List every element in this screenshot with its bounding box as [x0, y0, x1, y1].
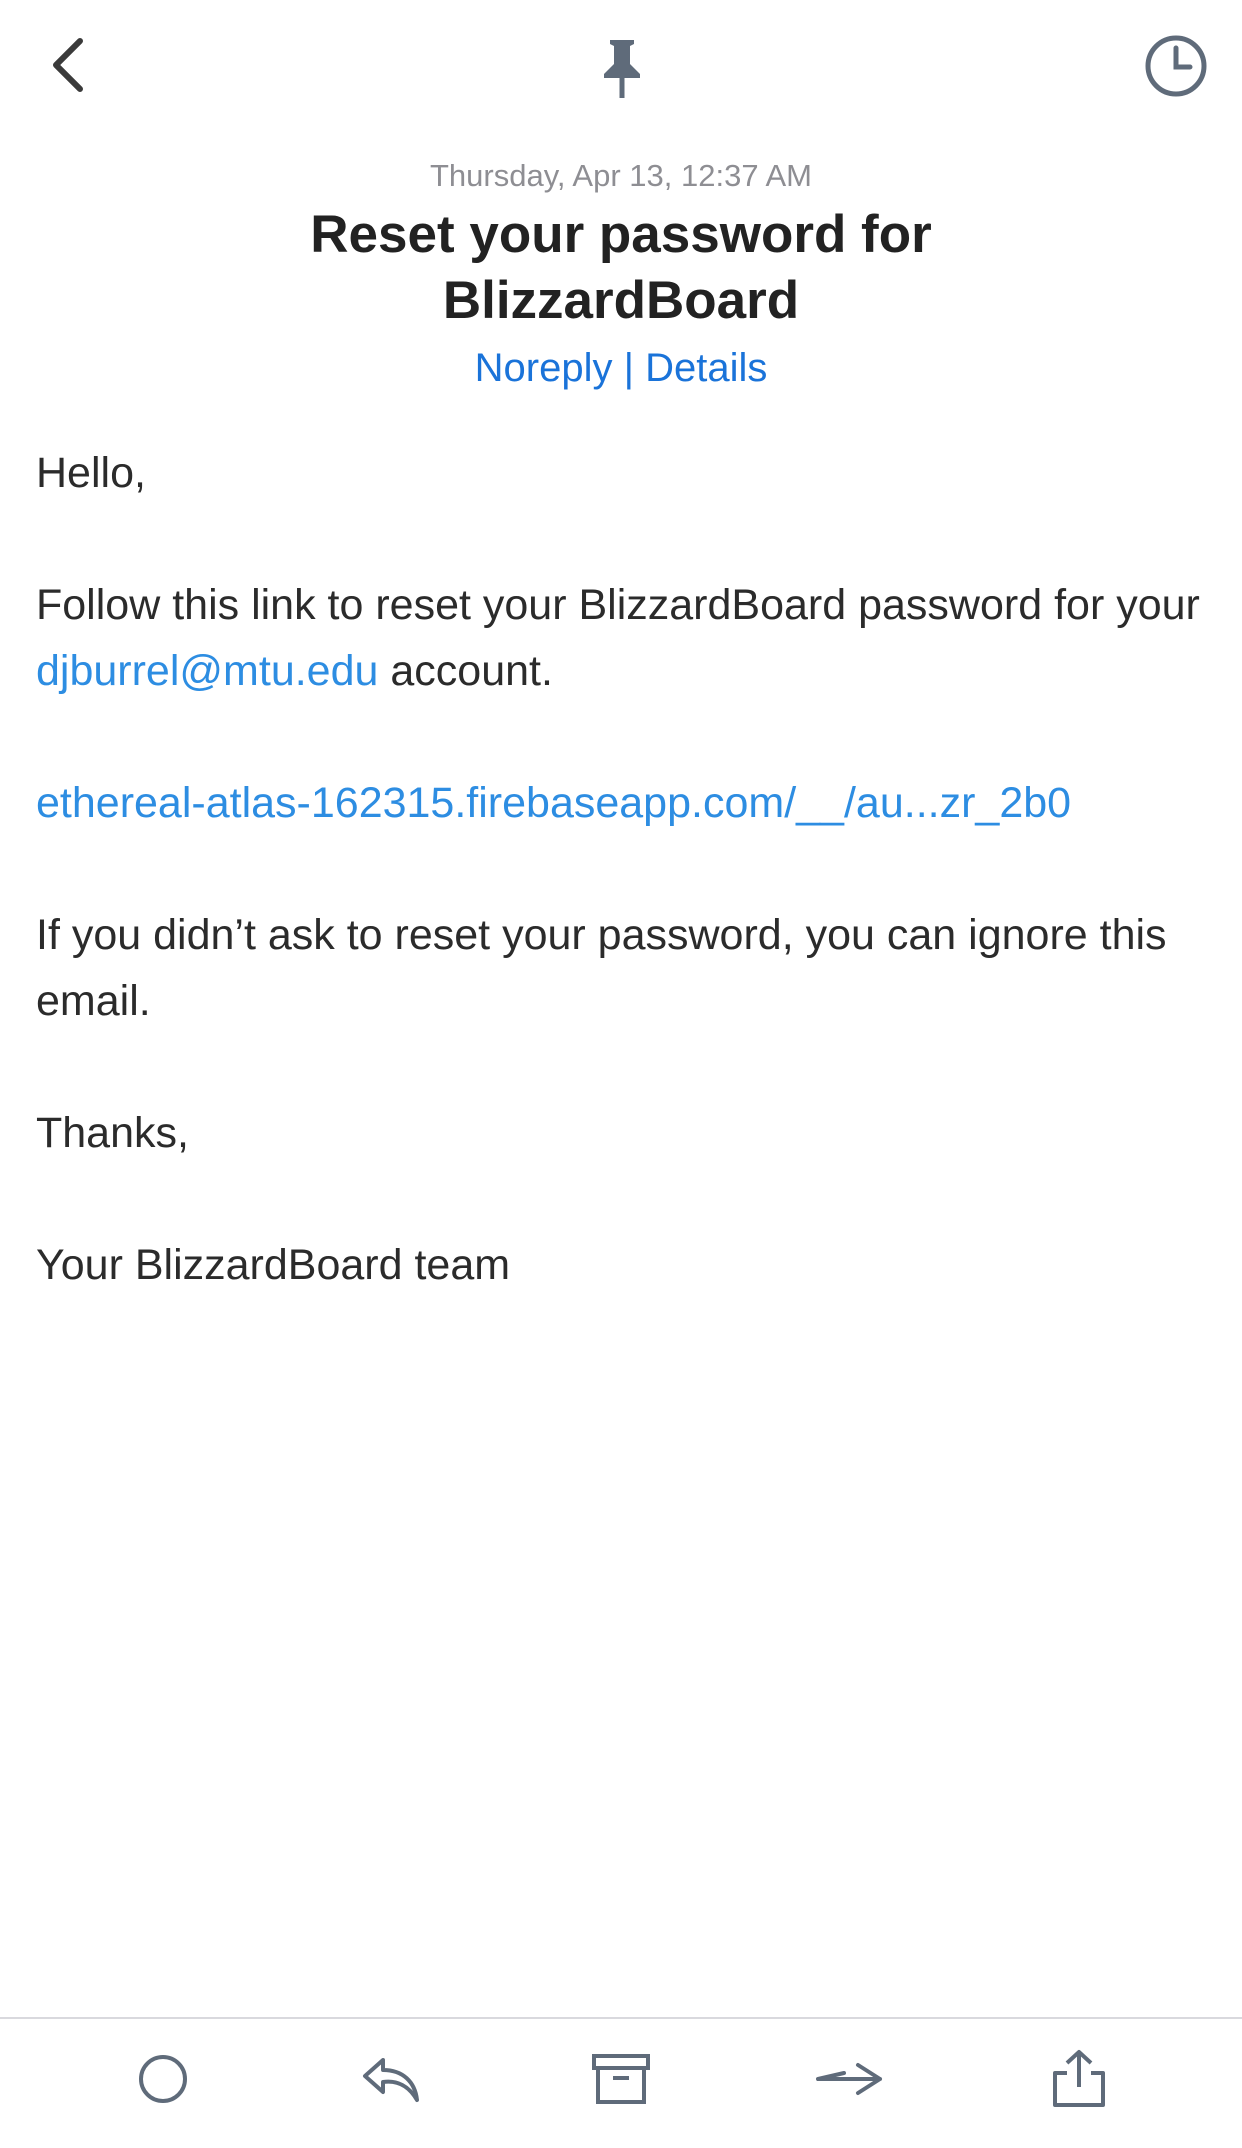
thanks-text: Thanks,	[36, 1109, 189, 1157]
forward-button[interactable]	[804, 2039, 894, 2119]
email-subject: Reset your password for BlizzardBoard	[310, 205, 932, 330]
ignore-paragraph: If you didn’t ask to reset your password…	[36, 911, 1167, 1025]
bottom-toolbar	[0, 2019, 1242, 2148]
mark-done-button[interactable]	[118, 2039, 208, 2119]
forward-icon	[816, 2063, 882, 2095]
pin-button[interactable]	[590, 30, 654, 106]
meta-separator: |	[623, 346, 634, 390]
archive-icon	[592, 2054, 650, 2104]
circle-icon	[139, 2055, 187, 2103]
reset-password-link[interactable]: ethereal-atlas-162315.firebaseapp.com/__…	[36, 779, 1071, 827]
share-icon	[1053, 2050, 1105, 2107]
archive-button[interactable]	[576, 2039, 666, 2119]
reply-icon	[363, 2058, 419, 2102]
email-address-link[interactable]: djburrel@mtu.edu	[36, 647, 378, 695]
reply-button[interactable]	[346, 2039, 436, 2119]
pin-icon	[604, 40, 640, 98]
email-body: Hello, Follow this link to reset your Bl…	[36, 440, 1216, 1364]
email-header: Thursday, Apr 13, 12:37 AM Reset your pa…	[0, 150, 1242, 400]
instruction-suffix: account.	[378, 647, 553, 695]
sender-details: Noreply | Details	[0, 336, 1242, 400]
sender-link[interactable]: Noreply	[475, 346, 613, 390]
chevron-left-icon	[53, 38, 83, 92]
instruction-paragraph: Follow this link to reset your BlizzardB…	[36, 572, 1216, 704]
share-button[interactable]	[1034, 2039, 1124, 2119]
back-button[interactable]	[36, 30, 100, 100]
greeting-text: Hello,	[36, 449, 146, 497]
instruction-prefix: Follow this link to reset your BlizzardB…	[36, 581, 1200, 629]
reset-link-paragraph: ethereal-atlas-162315.firebaseapp.com/__…	[36, 770, 1216, 836]
email-date: Thursday, Apr 13, 12:37 AM	[430, 158, 812, 193]
clock-icon	[1145, 35, 1207, 97]
signature-text: Your BlizzardBoard team	[36, 1241, 511, 1289]
snooze-button[interactable]	[1140, 30, 1212, 102]
details-link[interactable]: Details	[645, 346, 767, 390]
top-toolbar	[0, 0, 1242, 140]
